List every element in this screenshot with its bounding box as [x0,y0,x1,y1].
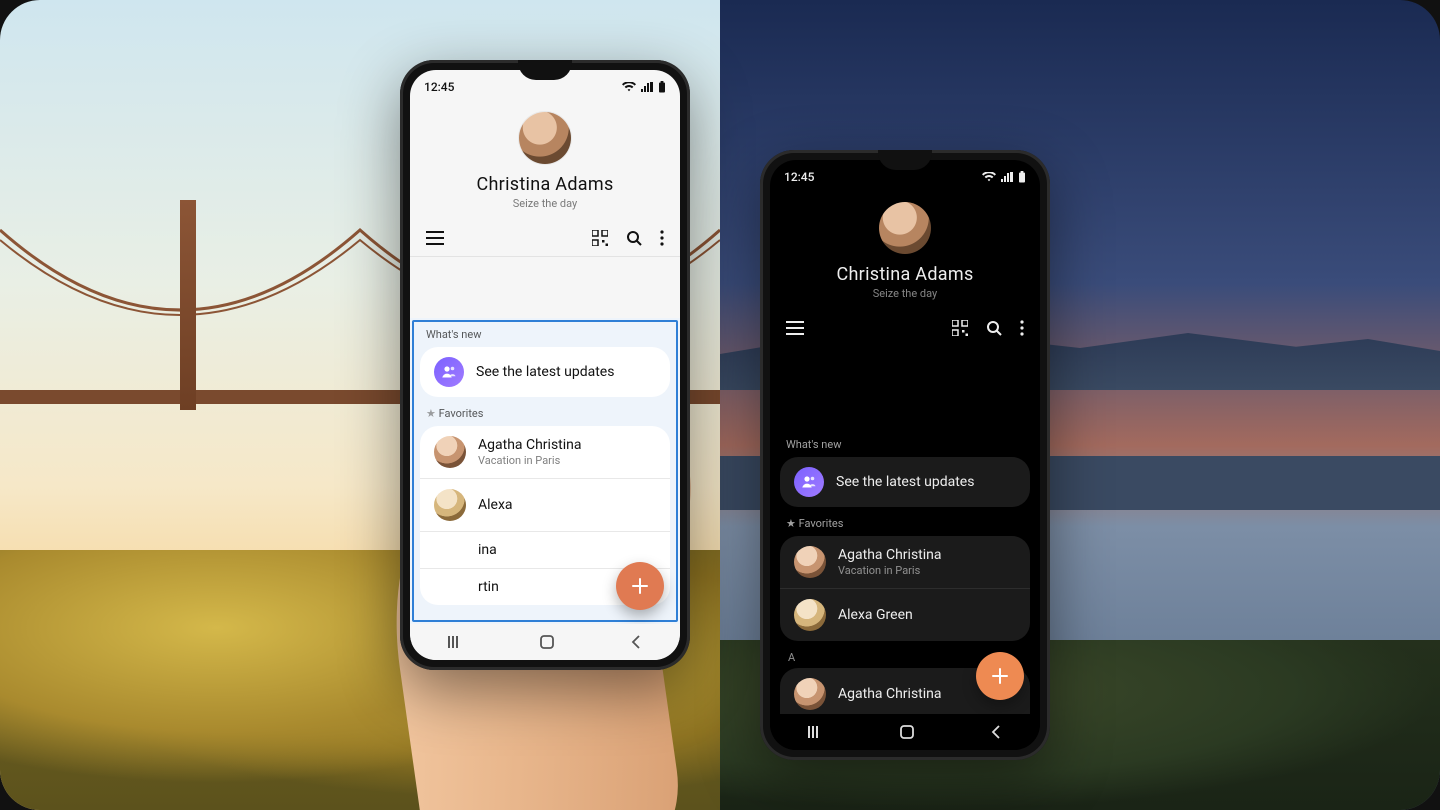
contact-row[interactable]: Alexa [420,478,670,531]
profile-header[interactable]: Christina Adams Seize the day [410,100,680,224]
profile-name: Christina Adams [836,264,973,285]
battery-icon [1018,171,1026,183]
wifi-icon [982,172,996,182]
promo-stage: 12:45 Christina Adams Seize the day [0,0,1440,810]
profile-avatar[interactable] [519,112,571,164]
back-icon[interactable] [630,635,642,649]
more-icon[interactable] [660,230,664,246]
background [0,0,1440,810]
recents-icon[interactable] [448,635,464,649]
whats-new-label: What's new [770,428,1040,457]
updates-icon [794,467,824,497]
plus-icon [990,666,1010,686]
android-navbar [410,624,680,660]
contact-avatar [794,546,826,578]
screen-light: 12:45 Christina Adams Seize the day [410,70,680,660]
qr-icon[interactable] [592,230,608,246]
camera-notch [878,150,932,170]
clock: 12:45 [424,80,454,94]
contact-name: Alexa [478,497,513,513]
add-contact-fab[interactable] [976,652,1024,700]
menu-icon[interactable] [426,231,444,245]
phone-light: 12:45 Christina Adams Seize the day [400,60,690,670]
signal-icon [641,82,653,92]
home-icon[interactable] [899,724,915,740]
back-icon[interactable] [990,725,1002,739]
favorites-label: ★ Favorites [410,397,680,426]
updates-card[interactable]: See the latest updates [420,347,670,397]
wifi-icon [622,82,636,92]
menu-icon[interactable] [786,321,804,335]
contact-name: Alexa Green [838,607,913,623]
updates-card[interactable]: See the latest updates [780,457,1030,507]
contact-row[interactable]: Agatha ChristinaVacation in Paris [420,426,670,478]
plus-icon [630,576,650,596]
contact-sub: Vacation in Paris [478,454,656,467]
battery-icon [658,81,666,93]
favorites-label: ★ Favorites [770,507,1040,536]
phone-dark: 12:45 Christina Adams Seize the day [760,150,1050,760]
contact-avatar [794,678,826,710]
qr-icon[interactable] [952,320,968,336]
updates-text: See the latest updates [836,474,1016,490]
contact-name: Agatha Christina [838,686,942,702]
recents-icon[interactable] [808,725,824,739]
whats-new-label: What's new [410,318,680,347]
search-icon[interactable] [626,230,642,246]
profile-avatar[interactable] [879,202,931,254]
contact-name: Agatha Christina [838,547,942,563]
contact-row[interactable]: Agatha ChristinaVacation in Paris [780,536,1030,588]
toolbar [410,224,680,257]
android-navbar [770,714,1040,750]
home-icon[interactable] [539,634,555,650]
updates-icon [434,357,464,387]
signal-icon [1001,172,1013,182]
contact-name: Agatha Christina [478,437,582,453]
updates-text: See the latest updates [476,364,656,380]
camera-notch [518,60,572,80]
profile-tagline: Seize the day [873,287,938,300]
profile-name: Christina Adams [476,174,613,195]
contact-name-partial: rtin [478,579,499,595]
contact-avatar [794,599,826,631]
toolbar [770,314,1040,346]
contact-name-partial: ina [478,542,497,558]
profile-tagline: Seize the day [513,197,578,210]
screen-dark: 12:45 Christina Adams Seize the day [770,160,1040,750]
more-icon[interactable] [1020,320,1024,336]
profile-header[interactable]: Christina Adams Seize the day [770,190,1040,314]
favorites-card: Agatha ChristinaVacation in Paris Alexa … [780,536,1030,641]
clock: 12:45 [784,170,814,184]
contact-avatar [434,489,466,521]
search-icon[interactable] [986,320,1002,336]
add-contact-fab[interactable] [616,562,664,610]
contact-row[interactable]: Alexa Green [780,588,1030,641]
contact-sub: Vacation in Paris [838,564,1016,577]
contact-avatar [434,436,466,468]
